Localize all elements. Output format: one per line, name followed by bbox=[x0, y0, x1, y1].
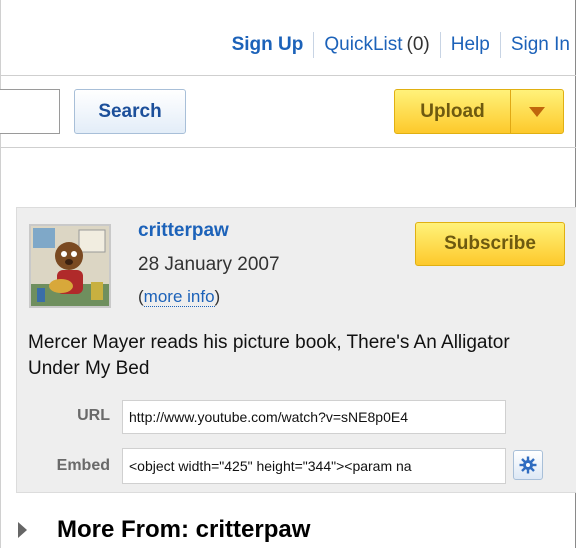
channel-date: 28 January 2007 bbox=[138, 254, 280, 275]
help-link[interactable]: Help bbox=[451, 34, 490, 56]
avatar-image bbox=[31, 226, 109, 306]
quicklist-label: QuickList bbox=[324, 34, 403, 55]
quicklist-count: (0) bbox=[406, 34, 430, 55]
subscribe-button[interactable]: Subscribe bbox=[415, 222, 565, 266]
embed-label: Embed bbox=[56, 457, 110, 474]
channel-username[interactable]: critterpaw bbox=[138, 220, 229, 242]
triangle-right-icon bbox=[18, 522, 27, 538]
separator bbox=[439, 32, 441, 58]
upload-button-group: Upload bbox=[394, 89, 564, 134]
video-description: Mercer Mayer reads his picture book, The… bbox=[28, 332, 510, 379]
toolbar-divider bbox=[0, 147, 576, 148]
upload-dropdown-button[interactable] bbox=[511, 90, 563, 133]
header-links: Sign Up QuickList (0) Help Sign In bbox=[232, 32, 570, 58]
embed-field[interactable]: <object width="425" height="344"><param … bbox=[122, 448, 506, 484]
url-label: URL bbox=[77, 407, 110, 424]
embed-options-button[interactable] bbox=[513, 450, 543, 480]
chevron-down-icon bbox=[529, 106, 545, 117]
more-info: (more info) bbox=[138, 287, 220, 307]
upload-button[interactable]: Upload bbox=[395, 90, 510, 133]
search-button[interactable]: Search bbox=[74, 89, 186, 134]
signin-link[interactable]: Sign In bbox=[511, 34, 570, 56]
separator bbox=[499, 32, 501, 58]
search-input[interactable] bbox=[0, 89, 60, 134]
separator bbox=[313, 32, 315, 58]
more-info-link[interactable]: more info bbox=[143, 287, 215, 307]
signup-link[interactable]: Sign Up bbox=[232, 34, 304, 56]
channel-avatar[interactable] bbox=[29, 224, 111, 308]
more-info-open-paren: ( bbox=[138, 287, 144, 306]
more-from-heading: More From: critterpaw bbox=[57, 516, 311, 543]
url-field[interactable]: http://www.youtube.com/watch?v=sNE8p0E4 bbox=[122, 400, 506, 434]
quicklist-link[interactable]: QuickList (0) bbox=[324, 34, 429, 56]
more-info-close-paren: ) bbox=[214, 287, 221, 306]
gear-icon bbox=[519, 456, 537, 474]
header-divider bbox=[0, 75, 576, 76]
more-from-section[interactable]: More From: critterpaw bbox=[18, 516, 310, 544]
